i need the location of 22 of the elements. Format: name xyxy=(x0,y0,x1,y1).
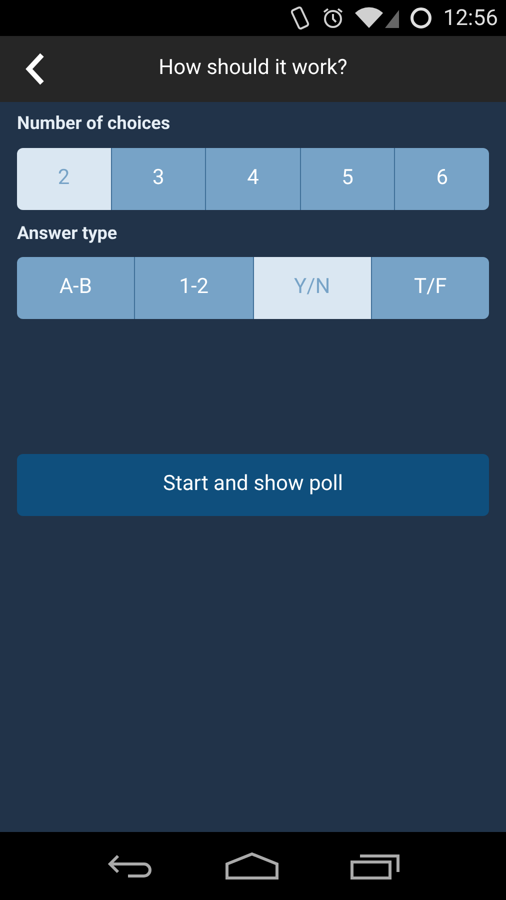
section-label: Number of choices xyxy=(17,112,172,136)
recent-apps-icon[interactable] xyxy=(350,852,400,880)
segment-option[interactable]: 1-2 xyxy=(134,257,252,319)
screen-title: How should it work? xyxy=(158,55,348,82)
battery-icon xyxy=(409,6,434,30)
segment-option[interactable]: T/F xyxy=(370,257,489,319)
vibrate-icon xyxy=(289,5,312,31)
segment-option[interactable]: 4 xyxy=(205,148,300,210)
segment-option[interactable]: 5 xyxy=(300,148,394,210)
segment-option[interactable]: 3 xyxy=(110,148,206,210)
section-label: Answer type xyxy=(17,222,118,246)
segment-option[interactable]: 2 xyxy=(17,148,111,210)
segment-option[interactable]: 6 xyxy=(394,148,489,210)
start-button[interactable]: Start and show poll xyxy=(17,454,489,516)
home-icon[interactable] xyxy=(224,852,279,880)
alarm-icon xyxy=(321,6,346,30)
segment-option[interactable]: A-B xyxy=(17,257,134,319)
signal-icon xyxy=(355,6,400,30)
back-icon[interactable] xyxy=(106,852,154,880)
status-time: 12:56 xyxy=(443,4,498,32)
back-icon xyxy=(24,52,46,86)
segment-option[interactable]: Y/N xyxy=(252,257,371,319)
